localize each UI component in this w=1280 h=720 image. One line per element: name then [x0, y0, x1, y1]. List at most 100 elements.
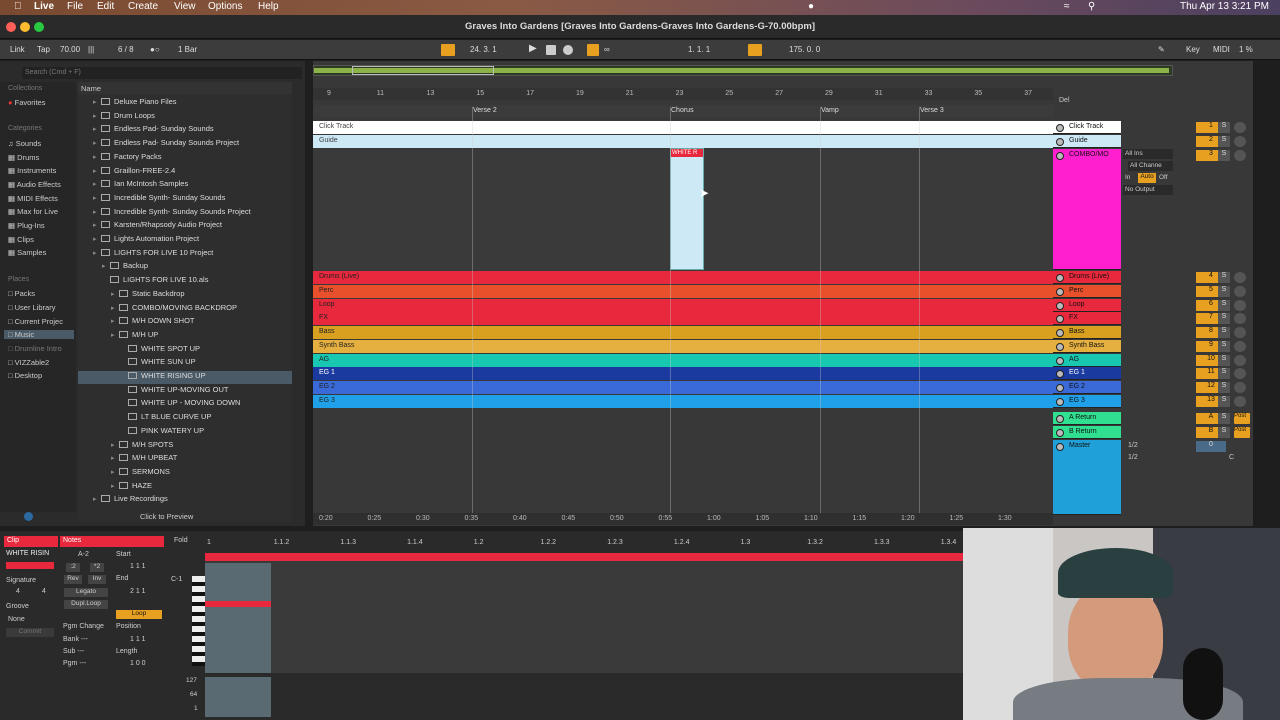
track-activator-icon[interactable]: [1056, 124, 1064, 132]
browser-item[interactable]: ▸ Drum Loops: [93, 111, 292, 124]
track-activator-icon[interactable]: [1056, 288, 1064, 296]
draw-mode-icon[interactable]: ✎: [1158, 45, 1165, 54]
browser-item[interactable]: ▸ Live Recordings: [93, 494, 292, 507]
follow-button[interactable]: [441, 44, 455, 56]
browser-item[interactable]: LT BLUE CURVE UP: [120, 412, 292, 425]
fold-button[interactable]: Fold: [174, 537, 188, 544]
menu-help[interactable]: Help: [258, 1, 279, 12]
browser-item[interactable]: ▸ Backup: [102, 261, 292, 274]
track-activator-icon[interactable]: [1056, 357, 1064, 365]
reverse-button[interactable]: Rev: [64, 575, 82, 584]
browser-item[interactable]: PINK WATERY UP: [120, 426, 292, 439]
monitor-off-button[interactable]: Off: [1159, 174, 1168, 181]
arm-button[interactable]: [1234, 150, 1246, 161]
arm-button[interactable]: [1234, 327, 1246, 338]
browser-item[interactable]: ▸ SERMONS: [111, 467, 292, 480]
track-lane[interactable]: EG 1: [313, 367, 1053, 380]
menu-options[interactable]: Options: [208, 1, 242, 12]
browser-item[interactable]: ▸ M/H UPBEAT: [111, 453, 292, 466]
browser-item[interactable]: ▸ Factory Packs: [93, 152, 292, 165]
automation-clip-white-rising[interactable]: WHITE R: [670, 148, 704, 270]
solo-button[interactable]: S: [1218, 272, 1230, 283]
groove-select[interactable]: None: [8, 616, 25, 623]
bank-field[interactable]: Bank ---: [63, 636, 88, 643]
sidebar-item-music[interactable]: □ Music: [4, 330, 74, 339]
browser-item[interactable]: ▸ HAZE: [111, 481, 292, 494]
track-header[interactable]: Synth Bass: [1053, 340, 1121, 353]
track-activator-icon[interactable]: [1056, 152, 1064, 160]
arm-button[interactable]: [1234, 272, 1246, 283]
midi-note-editor[interactable]: [205, 553, 963, 673]
track-number[interactable]: 0: [1196, 441, 1226, 452]
browser-item[interactable]: ▸ LIGHTS FOR LIVE 10 Project: [93, 248, 292, 261]
pgm-field[interactable]: Pgm ---: [63, 660, 86, 667]
clip-ruler[interactable]: 1 1.1.2 1.1.3 1.1.4 1.2 1.2.2 1.2.3 1.2.4 1.3 1.3…: [205, 539, 963, 549]
menubar-clock[interactable]: Thu Apr 13 3:21 PM: [1180, 1, 1269, 12]
track-header[interactable]: A Return: [1053, 412, 1121, 425]
track-lane[interactable]: FX: [313, 312, 1053, 325]
browser-item[interactable]: ▸ Endless Pad- Sunday Sounds: [93, 124, 292, 137]
browser-item[interactable]: ▸ Graillon-FREE-2.4: [93, 166, 292, 179]
sidebar-item-clips[interactable]: ▦ Clips: [8, 235, 34, 244]
track-header[interactable]: Click Track: [1053, 121, 1121, 134]
solo-button[interactable]: S: [1218, 413, 1230, 424]
track-header[interactable]: Drums (Live): [1053, 271, 1121, 284]
track-lane[interactable]: Guide: [313, 135, 1053, 148]
beat-time-ruler[interactable]: 9 11 13 15 17 19 21 23 25 27 29 31 33 35 37: [313, 88, 1053, 100]
arm-button[interactable]: [1234, 122, 1246, 133]
name-column-header[interactable]: Name: [78, 82, 292, 94]
track-activator-icon[interactable]: [1056, 302, 1064, 310]
metronome-icon[interactable]: ●○: [150, 45, 160, 54]
sidebar-item-favorites[interactable]: ● Favorites: [8, 98, 45, 107]
search-icon[interactable]: ⚲: [1088, 1, 1095, 12]
commit-button[interactable]: Commit: [6, 628, 54, 637]
sidebar-item-drumline-intro[interactable]: □ Drumline Intro: [8, 344, 62, 353]
transpose-field[interactable]: A-2: [78, 551, 89, 558]
menu-file[interactable]: File: [67, 1, 83, 12]
browser-item[interactable]: ▸ COMBO/MOVING BACKDROP: [111, 303, 292, 316]
tempo-field[interactable]: 70.00: [60, 45, 80, 54]
browser-item[interactable]: WHITE SPOT UP: [120, 344, 292, 357]
stop-button[interactable]: [546, 45, 556, 55]
key-map-button[interactable]: Key: [1186, 45, 1200, 54]
wifi-icon[interactable]: ≈: [1064, 1, 1070, 12]
track-activator-icon[interactable]: [1056, 370, 1064, 378]
track-activator-icon[interactable]: [1056, 398, 1064, 406]
arm-button[interactable]: Post: [1234, 413, 1250, 424]
loop-switch[interactable]: [748, 44, 762, 56]
solo-button[interactable]: S: [1218, 327, 1230, 338]
arm-button[interactable]: [1234, 368, 1246, 379]
legato-button[interactable]: Legato: [64, 588, 108, 597]
master-cue-select[interactable]: 1/2: [1128, 442, 1138, 449]
arm-button[interactable]: Post: [1234, 427, 1250, 438]
browser-item[interactable]: ▸ M/H UP: [111, 330, 292, 343]
invert-button[interactable]: Inv: [88, 575, 106, 584]
sidebar-item-packs[interactable]: □ Packs: [8, 289, 35, 298]
track-lane[interactable]: Synth Bass: [313, 340, 1053, 353]
length-field[interactable]: 1 0 0: [130, 660, 146, 667]
arm-button[interactable]: [1234, 136, 1246, 147]
sidebar-item-plugins[interactable]: ▦ Plug-Ins: [8, 221, 45, 230]
apple-icon[interactable]: : [14, 1, 22, 12]
browser-item[interactable]: WHITE UP - MOVING DOWN: [120, 398, 292, 411]
track-lane[interactable]: Loop: [313, 299, 1053, 312]
arm-button[interactable]: [1234, 286, 1246, 297]
sidebar-item-max-for-live[interactable]: ▦ Max for Live: [8, 207, 58, 216]
browser-item[interactable]: WHITE UP-MOVING OUT: [120, 385, 292, 398]
input-type-select[interactable]: All Ins: [1123, 149, 1173, 159]
track-activator-icon[interactable]: [1056, 343, 1064, 351]
track-header[interactable]: COMBO/MO: [1053, 149, 1121, 270]
track-activator-icon[interactable]: [1056, 429, 1064, 437]
track-activator-icon[interactable]: [1056, 138, 1064, 146]
preview-toggle-icon[interactable]: [24, 512, 33, 521]
sidebar-item-midi-effects[interactable]: ▦ MIDI Effects: [8, 194, 58, 203]
track-activator-icon[interactable]: [1056, 443, 1064, 451]
track-header[interactable]: Bass: [1053, 326, 1121, 339]
locator-lane[interactable]: Verse 2 Chorus Vamp Verse 3: [313, 105, 1053, 117]
meter-field[interactable]: 6 / 8: [118, 45, 134, 54]
browser-item[interactable]: WHITE SUN UP: [120, 357, 292, 370]
double-button[interactable]: *2: [90, 563, 104, 572]
locator-marker[interactable]: Vamp: [821, 107, 839, 114]
input-channel-select[interactable]: All Channe: [1128, 161, 1173, 171]
sidebar-item-user-library[interactable]: □ User Library: [8, 303, 55, 312]
